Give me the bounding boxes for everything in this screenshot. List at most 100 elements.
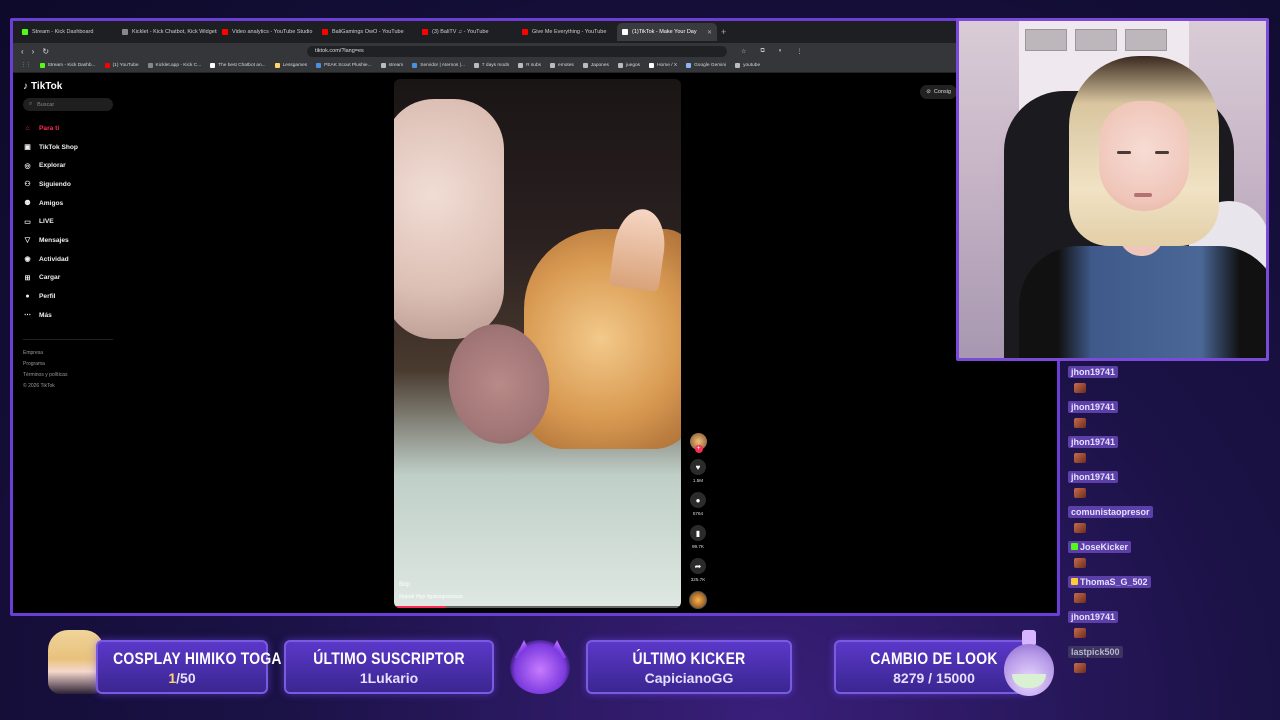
- sidebar-item-label: Para ti: [39, 124, 60, 132]
- sidebar-item-explorar[interactable]: ◎ Explorar: [23, 156, 113, 175]
- share-button[interactable]: ➦: [690, 558, 706, 574]
- share-count: 325.7K: [690, 577, 706, 582]
- sidebar-item-amigos[interactable]: ⚉ Amigos: [23, 194, 113, 213]
- sidebar-item-live[interactable]: ▭ LIVE: [23, 212, 113, 231]
- tiktok-logo[interactable]: ♪ TikTok: [23, 81, 113, 92]
- video-hashtags[interactable]: #parati #fyp #gatosgraciosos: [399, 594, 463, 600]
- bookmark-item[interactable]: (1) YouTube: [104, 63, 139, 68]
- forward-icon[interactable]: ›: [32, 47, 35, 56]
- bookmark-item[interactable]: Lessgames: [274, 63, 307, 68]
- bookmark-favicon-icon: [518, 63, 524, 68]
- comment-button[interactable]: ●: [690, 492, 706, 508]
- tiktok-note-icon: ♪: [23, 81, 28, 92]
- sidebar-item-tiktok-shop[interactable]: ▣ TikTok Shop: [23, 138, 113, 157]
- footer-link[interactable]: Términos y políticas: [23, 370, 113, 381]
- video-player[interactable]: Brip #parati #fyp #gatosgraciosos: [394, 79, 681, 608]
- chat-username[interactable]: lastpick500: [1068, 646, 1123, 658]
- chat-username[interactable]: jhon19741: [1068, 401, 1119, 413]
- apps-grid-icon[interactable]: ⋮⋮: [21, 63, 31, 68]
- tab-favicon-icon: [22, 29, 28, 35]
- sidebar-item-para-ti[interactable]: ⌂ Para ti: [23, 119, 113, 138]
- bookmark-item[interactable]: Japones: [582, 63, 609, 68]
- extensions-icon[interactable]: ⧉: [760, 48, 764, 55]
- browser-tab[interactable]: BaliGamings OwO - YouTube: [317, 23, 417, 41]
- chat-username[interactable]: ThomaS_G_502: [1068, 575, 1151, 588]
- bookmark-item[interactable]: R subs: [518, 63, 541, 68]
- chat-username[interactable]: JoseKicker: [1068, 540, 1132, 553]
- video-progress-fill: [394, 606, 446, 608]
- bookmark-item[interactable]: Home / X: [649, 63, 677, 68]
- save-button[interactable]: ▮: [690, 525, 706, 541]
- bookmark-item[interactable]: 7 days mods: [473, 63, 509, 68]
- browser-tab[interactable]: (1)TikTok - Make Your Day ✕: [617, 23, 717, 41]
- bookmark-item[interactable]: stream: [380, 63, 403, 68]
- browser-tab[interactable]: Kicklet - Kick Chatbot, Kick Widgets: [117, 23, 217, 41]
- sidebar-item-cargar[interactable]: ⊞ Cargar: [23, 269, 113, 288]
- chat-username[interactable]: comunistaopresor: [1068, 506, 1153, 518]
- like-button[interactable]: ♥: [690, 459, 706, 475]
- menu-icon[interactable]: ⋮: [796, 48, 802, 55]
- browser-tab[interactable]: Give Me Everything - YouTube: [517, 23, 617, 41]
- sidebar-item-label: Cargar: [39, 274, 61, 282]
- webcam-feed: [956, 18, 1269, 361]
- bookmark-favicon-icon: [274, 63, 280, 68]
- browser-tab[interactable]: Video analytics - YouTube Studio: [217, 23, 317, 41]
- footer-link[interactable]: Empresa: [23, 348, 113, 359]
- sidebar-item-más[interactable]: ⋯ Más: [23, 306, 113, 325]
- follow-plus-icon[interactable]: +: [694, 445, 703, 453]
- tab-close-icon[interactable]: ✕: [707, 29, 712, 36]
- sidebar-item-mensajes[interactable]: ▽ Mensajes: [23, 231, 113, 250]
- bookmark-label: juegos: [625, 63, 641, 68]
- bookmark-label: Stream - Kick Dashb...: [47, 63, 96, 68]
- bookmark-item[interactable]: Google Gemini: [686, 63, 726, 68]
- chat-username-text: ThomaS_G_502: [1080, 576, 1148, 587]
- chat-username-text: jhon19741: [1071, 437, 1116, 447]
- cosplay-goal-widget: COSPLAY HIMIKO TOGA 1/50: [96, 640, 282, 694]
- get-coins-button[interactable]: ⊘ Consig: [920, 85, 957, 99]
- bookmark-star-icon[interactable]: ☆: [741, 48, 746, 55]
- video-author[interactable]: Brip: [399, 582, 410, 588]
- music-disc-icon[interactable]: [689, 591, 707, 609]
- sidebar-item-siguiendo[interactable]: ⚇ Siguiendo: [23, 175, 113, 194]
- share-icon: ➦: [694, 561, 702, 571]
- browser-tab[interactable]: Stream - Kick Dashboard: [17, 23, 117, 41]
- chat-message: JoseKicker: [1068, 537, 1268, 568]
- new-tab-button[interactable]: +: [721, 27, 726, 37]
- chat-message: lastpick500: [1068, 642, 1268, 673]
- comment-icon: ●: [695, 495, 701, 505]
- tiktok-sidebar: ♪ TikTok ⌕ Buscar ⌂ Para ti ▣ TikTok Shop ◎ E…: [23, 81, 113, 392]
- creator-avatar[interactable]: +: [689, 433, 707, 453]
- chat-username[interactable]: jhon19741: [1068, 471, 1119, 483]
- more-icon: ⋯: [24, 312, 31, 320]
- bookmark-item[interactable]: Stream - Kick Dashb...: [39, 63, 96, 68]
- reload-icon[interactable]: ↻: [42, 47, 49, 56]
- profile-icon[interactable]: ◐: [779, 48, 783, 54]
- footer-link[interactable]: Programa: [23, 359, 113, 370]
- browser-tab[interactable]: (3) BaliTV ♫ - YouTube: [417, 23, 517, 41]
- streamer-mouth: [1134, 193, 1152, 197]
- compass-icon: ◎: [24, 162, 31, 170]
- bookmark-item[interactable]: PEAK Scout Plushie...: [316, 63, 372, 68]
- bookmark-item[interactable]: Kicklet.app - Kick C...: [147, 63, 201, 68]
- bookmark-item[interactable]: The best Chatbot an...: [210, 63, 266, 68]
- chat-username-text: lastpick500: [1071, 647, 1120, 657]
- chat-username[interactable]: jhon19741: [1068, 611, 1119, 623]
- bookmark-item[interactable]: juegos: [617, 63, 641, 68]
- streamer-eye-left: [1117, 151, 1131, 154]
- chat-username[interactable]: jhon19741: [1068, 436, 1119, 448]
- back-icon[interactable]: ‹: [21, 47, 24, 56]
- chat-username[interactable]: jhon19741: [1068, 366, 1119, 378]
- bookmark-label: PEAK Scout Plushie...: [324, 63, 372, 68]
- address-bar[interactable]: tiktok.com/?lang=es: [307, 45, 728, 57]
- chat-message: comunistaopresor: [1068, 502, 1268, 533]
- video-progress-bar[interactable]: [394, 606, 681, 608]
- sidebar-item-perfil[interactable]: ● Perfil: [23, 287, 113, 306]
- chat-message: jhon19741: [1068, 467, 1268, 498]
- tiktok-footer: Empresa Programa Términos y políticas © 202…: [23, 338, 113, 392]
- bookmark-item[interactable]: Servidor | Aternos |...: [412, 63, 465, 68]
- sidebar-item-actividad[interactable]: ◉ Actividad: [23, 250, 113, 269]
- bookmark-label: Home / X: [657, 63, 678, 68]
- search-input[interactable]: ⌕ Buscar: [23, 98, 113, 111]
- bookmark-item[interactable]: emotes: [550, 63, 574, 68]
- bookmark-item[interactable]: youtube: [735, 63, 760, 68]
